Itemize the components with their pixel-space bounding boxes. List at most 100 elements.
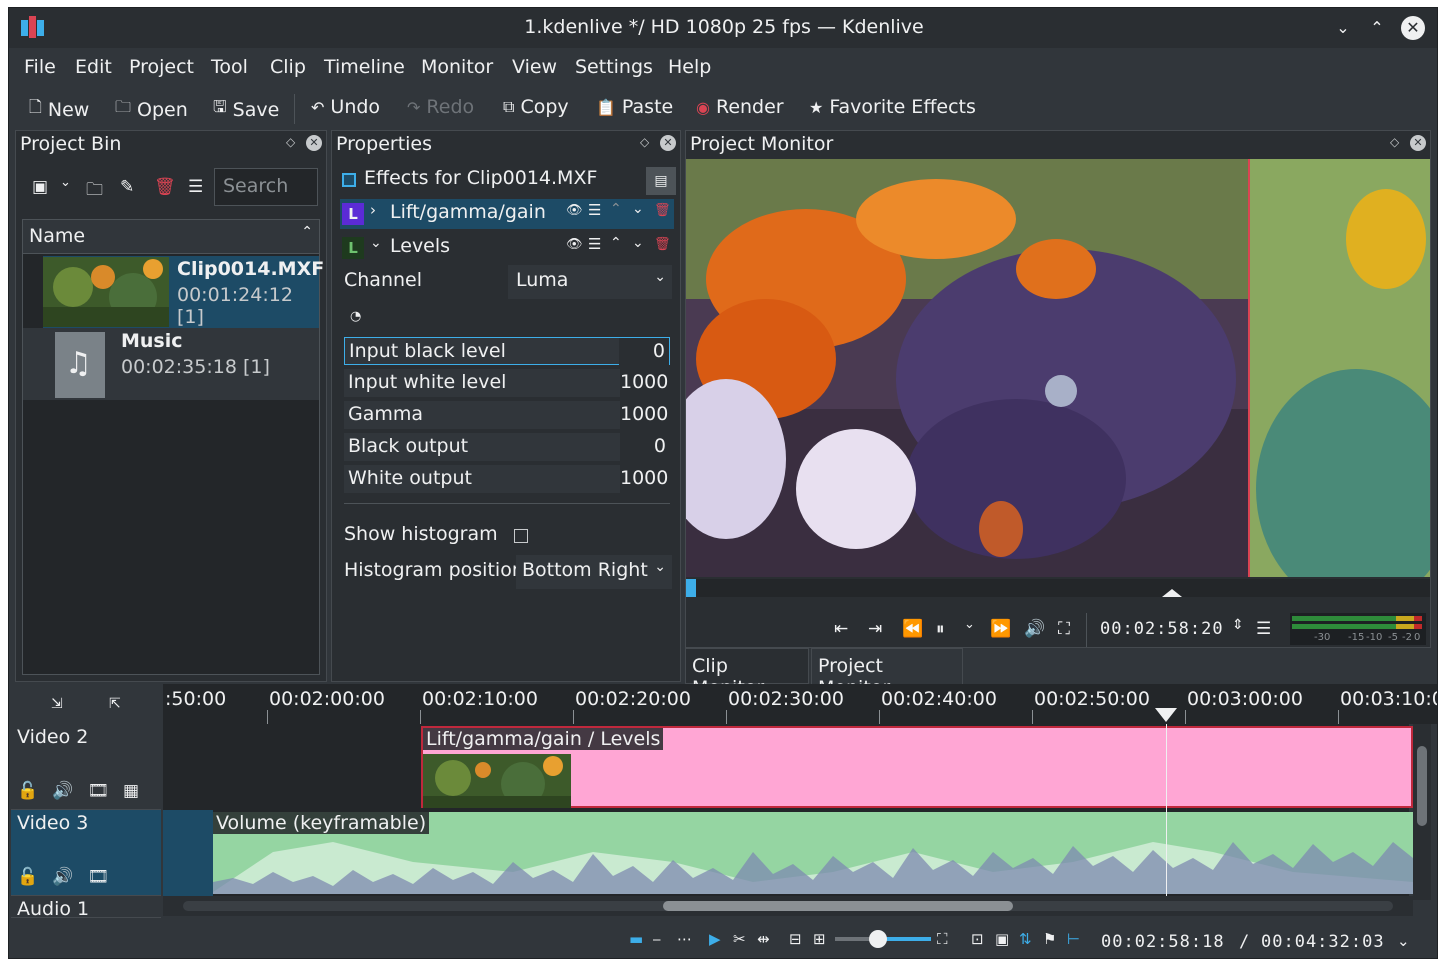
menu-tool[interactable]: Tool [211,56,248,78]
menu-view[interactable]: View [512,56,557,78]
track-header-video-2[interactable]: Video 2 🔓 🔊 🎞 ▦ [11,724,161,810]
track-header-audio-1[interactable]: Audio 1 [11,896,161,918]
zoom-slider[interactable] [835,930,931,948]
move-up-icon[interactable]: ⌃ [610,201,622,217]
move-down-icon[interactable]: ⌄ [632,201,644,217]
new-button[interactable]: 🗋 New [29,96,89,123]
audio-mute-icon[interactable]: 🔊 [52,867,73,887]
playhead-marker[interactable] [1162,589,1182,597]
delete-effect-icon[interactable]: 🗑 [654,203,671,218]
show-audio-thumbnails-icon[interactable]: ⇅ [1019,930,1032,948]
maximize-icon[interactable]: ⌃ [1365,16,1389,40]
param-value[interactable]: 1000 [620,401,670,429]
add-folder-icon[interactable]: 🗀 [86,177,103,206]
close-panel-icon[interactable]: ✕ [306,135,322,151]
input-white-level-slider[interactable]: Input white level 1000 [344,369,670,397]
zoom-in-icon[interactable]: ⊞ [813,930,826,948]
bin-item-music[interactable]: ♫ Music 00:02:35:18 [1] [23,328,319,400]
show-video-thumbnails-icon[interactable]: ▣ [995,930,1009,948]
spin-updown-icon[interactable]: ⇕ [1232,617,1244,633]
insert-mode-icon[interactable]: ⎯ [653,930,661,948]
paste-button[interactable]: 📋 Paste [596,96,673,118]
menu-help[interactable]: Help [668,56,711,78]
minimize-icon[interactable]: ⌄ [1331,16,1355,40]
param-value[interactable]: 0 [619,338,669,366]
go-to-zone-start-icon[interactable]: ⇤ [834,619,848,639]
menu-clip[interactable]: Clip [270,56,306,78]
spacer-tool-icon[interactable]: ⇹ [757,930,770,948]
volume-icon[interactable]: 🔊 [1024,619,1045,639]
move-down-icon[interactable]: ⌄ [632,235,644,251]
menu-hamburger-icon[interactable]: ☰ [588,201,601,219]
bin-column-header[interactable]: Name ⌃ [23,220,319,254]
video-clip-clip0014[interactable]: Lift/gamma/gain / Levels [421,726,1413,808]
chevron-down-icon[interactable]: ⌄ [370,235,382,251]
collapse-tracks-icon[interactable]: ⇲ [51,696,63,712]
timeline-vertical-scrollbar[interactable] [1413,724,1431,900]
chevron-down-icon[interactable]: ⌄ [60,175,71,190]
menu-timeline[interactable]: Timeline [324,56,405,78]
param-value[interactable]: 1000 [620,465,670,493]
add-clip-icon[interactable]: ▣ [32,177,48,197]
snap-icon[interactable]: ⊢ [1067,930,1080,948]
move-up-icon[interactable]: ⌃ [610,235,622,251]
channel-select[interactable]: Luma ⌄ [508,265,672,299]
undo-button[interactable]: ↶ Undo [311,96,380,118]
param-value[interactable]: 0 [620,433,670,461]
close-window-icon[interactable]: ✕ [1401,16,1425,40]
histogram-position-select[interactable]: Bottom Right ⌄ [516,555,672,589]
effect-stack-view-icon[interactable]: ▤ [646,167,676,195]
pause-icon[interactable]: ⏸ [936,619,945,639]
fullscreen-icon[interactable]: ⛶ [1058,619,1070,639]
zoom-out-icon[interactable]: ⊟ [789,930,802,948]
float-panel-icon[interactable]: ◇ [640,135,649,149]
tab-clip-monitor[interactable]: Clip Monitor [685,648,809,699]
timeline-ruler[interactable]: ⇲ ⇱ :50:00 00:02:00:00 00:02:10:00 00:02… [9,684,1437,724]
zoom-slider-handle[interactable] [869,930,887,948]
effect-item-levels[interactable]: L ⌄ Levels 👁 ☰ ⌃ ⌄ 🗑 [340,233,674,263]
param-value[interactable]: 1000 [620,369,670,397]
scrollbar-thumb[interactable] [663,901,1013,911]
show-histogram-checkbox[interactable] [514,529,528,543]
eye-icon[interactable]: 👁 [566,237,583,252]
render-button[interactable]: ◉ Render [696,96,784,118]
chevron-right-icon[interactable]: › [370,201,376,219]
track-header-video-3[interactable]: Video 3 🔓 🔊 🎞 [11,810,161,896]
go-to-zone-end-icon[interactable]: ⇥ [868,619,882,639]
favorite-effects-button[interactable]: ★ Favorite Effects [809,96,976,118]
fast-forward-icon[interactable]: ⏩ [990,619,1011,639]
sort-chevron-up-icon[interactable]: ⌃ [301,224,313,240]
keyframe-timer-icon[interactable]: ◔ [350,309,361,324]
spacer-mode-icon[interactable]: ⋯ [677,930,692,948]
ruler-scale[interactable]: :50:00 00:02:00:00 00:02:10:00 00:02:20:… [163,684,1437,724]
menu-edit[interactable]: Edit [75,56,112,78]
audio-clip-music[interactable]: Volume (keyframable) [213,812,1413,894]
white-output-slider[interactable]: White output 1000 [344,465,670,493]
close-panel-icon[interactable]: ✕ [660,135,676,151]
monitor-video-frame[interactable] [686,159,1430,577]
black-output-slider[interactable]: Black output 0 [344,433,670,461]
effects-enable-checkbox[interactable] [342,173,356,187]
eye-icon[interactable]: 👁 [566,203,583,218]
video-film-icon[interactable]: 🎞 [87,781,109,801]
chevron-down-icon[interactable]: ⌄ [1397,932,1410,950]
lock-icon[interactable]: 🔓 [17,781,38,801]
menu-hamburger-icon[interactable]: ☰ [1256,619,1271,639]
monitor-timecode[interactable]: 00:02:58:20 [1100,619,1224,639]
timeline-horizontal-scrollbar[interactable] [163,896,1413,916]
gamma-slider[interactable]: Gamma 1000 [344,401,670,429]
menu-monitor[interactable]: Monitor [421,56,493,78]
effect-item-lift-gamma-gain[interactable]: L › Lift/gamma/gain 👁 ☰ ⌃ ⌄ 🗑 [340,199,674,229]
razor-tool-icon[interactable]: ✂ [733,930,746,948]
monitor-timeline-ruler[interactable] [686,579,1430,597]
bin-search-input[interactable]: Search [214,168,318,206]
chevron-down-icon[interactable]: ⌄ [964,617,975,632]
overwrite-mode-icon[interactable]: ▬ [629,930,643,948]
edit-pencil-icon[interactable]: ✎ [120,177,134,197]
delete-effect-icon[interactable]: 🗑 [654,237,671,252]
video-film-icon[interactable]: 🎞 [87,867,109,887]
fit-zoom-icon[interactable]: ⛶ [937,930,948,948]
show-thumbnails-icon[interactable]: ⊡ [971,930,984,948]
menu-project[interactable]: Project [129,56,194,78]
input-black-level-slider[interactable]: Input black level 0 [344,337,670,366]
